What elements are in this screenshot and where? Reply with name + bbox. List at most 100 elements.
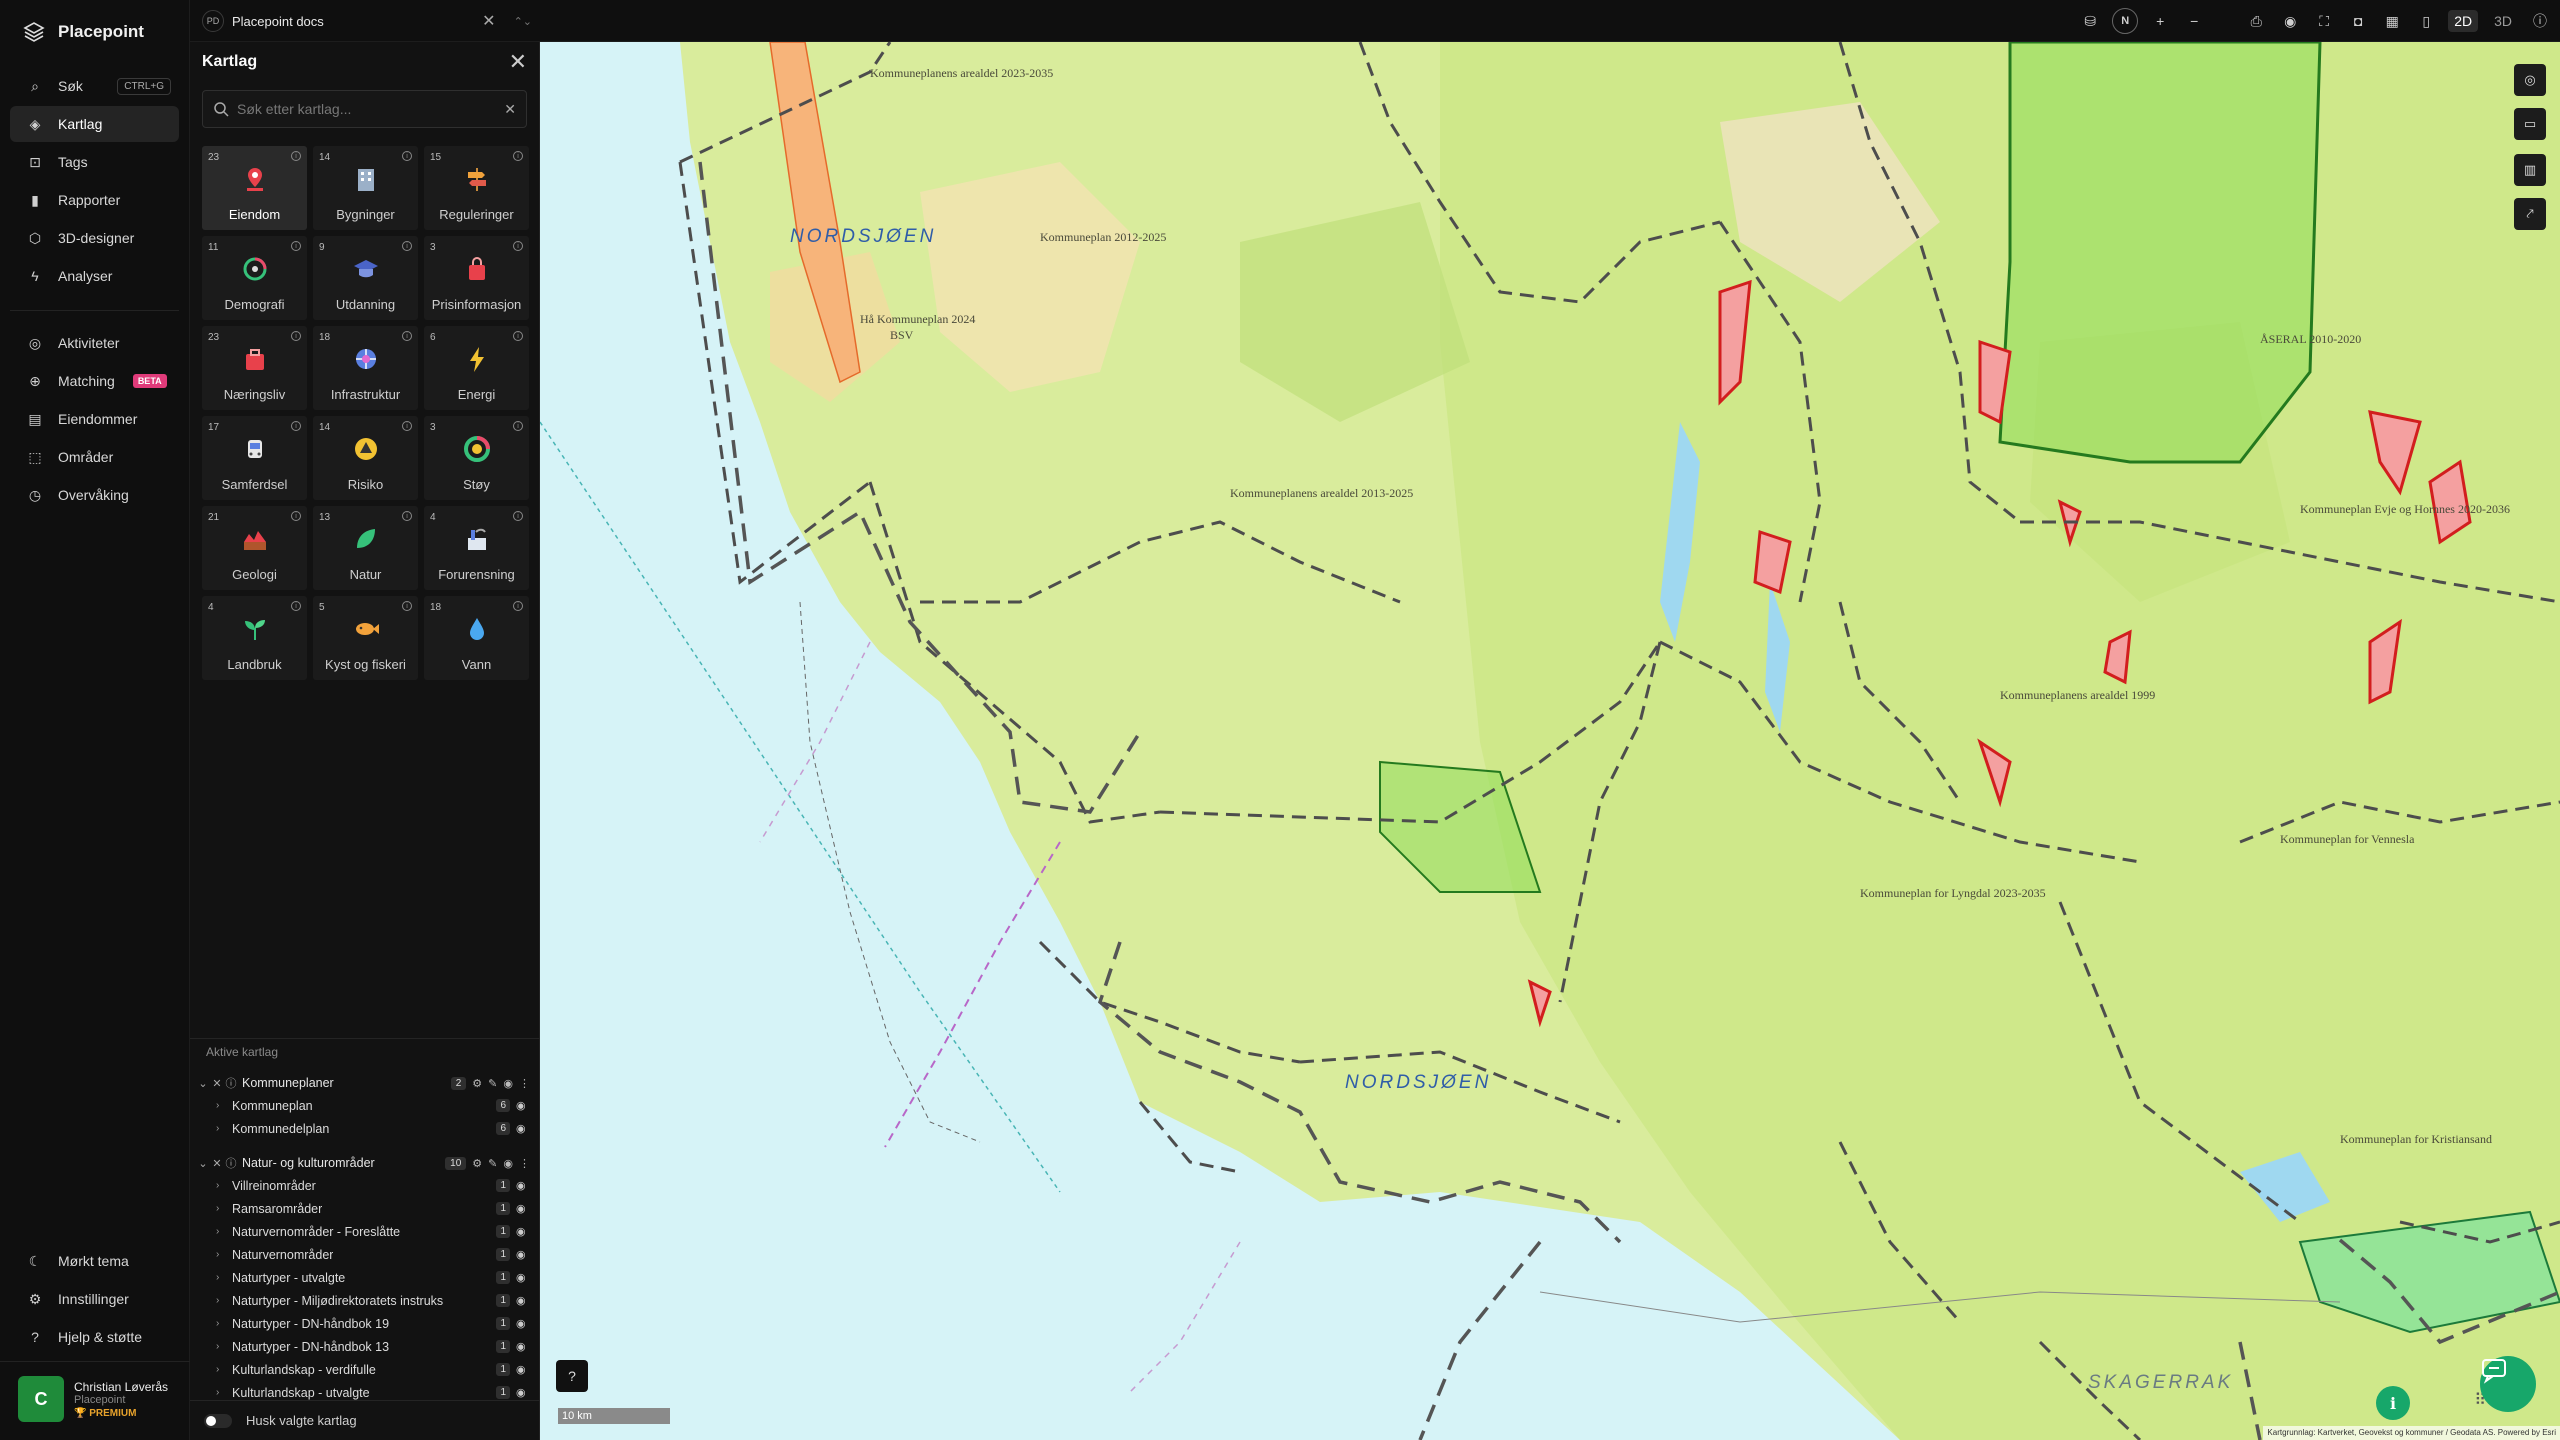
nav-item-innstillinger[interactable]: ⚙ Innstillinger bbox=[10, 1281, 180, 1317]
close-panel-icon[interactable]: ✕ bbox=[509, 49, 527, 75]
nav-item-aktiviteter[interactable]: ◎ Aktiviteter bbox=[10, 325, 179, 361]
remove-group-icon[interactable]: ✕ bbox=[210, 1077, 224, 1090]
layer-group[interactable]: ⌄ ✕ ⓘ Kommuneplaner 2 ⚙ ✎ ◉ ⋮ bbox=[190, 1072, 540, 1094]
info-icon[interactable]: i bbox=[291, 421, 301, 431]
remember-toggle[interactable] bbox=[204, 1413, 232, 1428]
expand-chevron-icon[interactable]: › bbox=[216, 1295, 228, 1306]
visibility-eye-icon[interactable]: ◉ bbox=[516, 1248, 530, 1261]
visibility-eye-icon[interactable]: ◉ bbox=[516, 1317, 530, 1330]
remove-group-icon[interactable]: ✕ bbox=[210, 1157, 224, 1170]
info-icon[interactable]: i bbox=[402, 151, 412, 161]
info-icon[interactable]: i bbox=[513, 331, 523, 341]
visibility-eye-icon[interactable]: ◉ bbox=[516, 1340, 530, 1353]
visibility-eye-icon[interactable]: ◉ bbox=[516, 1179, 530, 1192]
expand-chevron-icon[interactable]: › bbox=[216, 1180, 228, 1191]
nav-item-matching[interactable]: ⊕ Matching BETA bbox=[10, 363, 179, 399]
nav-item-tags[interactable]: ⊡ Tags bbox=[10, 144, 179, 180]
category-tile-bygninger[interactable]: 14 i Bygninger bbox=[313, 146, 418, 230]
layers-stack-icon[interactable]: ⛁ bbox=[2078, 9, 2102, 33]
info-icon[interactable]: i bbox=[513, 151, 523, 161]
info-icon[interactable]: i bbox=[2376, 1386, 2410, 1420]
category-tile-reguleringer[interactable]: 15 i Reguleringer bbox=[424, 146, 529, 230]
grid-icon[interactable]: ▦ bbox=[2380, 9, 2404, 33]
info-icon[interactable]: ⓘ bbox=[224, 1075, 238, 1091]
category-tile-vann[interactable]: 18 i Vann bbox=[424, 596, 529, 680]
info-icon[interactable]: ⓘ bbox=[224, 1155, 238, 1171]
category-tile-samferdsel[interactable]: 17 i Samferdsel bbox=[202, 416, 307, 500]
info-icon[interactable]: ⓘ bbox=[2528, 9, 2552, 33]
expand-chevron-icon[interactable]: › bbox=[216, 1226, 228, 1237]
edit-icon[interactable]: ✎ bbox=[488, 1157, 497, 1170]
layer-row[interactable]: › Naturtyper - utvalgte 1 ◉ bbox=[190, 1266, 540, 1289]
layer-row[interactable]: › Naturtyper - DN-håndbok 19 1 ◉ bbox=[190, 1312, 540, 1335]
user-card[interactable]: C Christian Løverås Placepoint 🏆 PREMIUM bbox=[0, 1361, 190, 1440]
route-icon[interactable]: ⤤ bbox=[2514, 198, 2546, 230]
info-icon[interactable]: i bbox=[513, 241, 523, 251]
category-tile-natur[interactable]: 13 i Natur bbox=[313, 506, 418, 590]
layer-row[interactable]: › Kommuneplan 6 ◉ bbox=[190, 1094, 540, 1117]
layer-row[interactable]: › Naturvernområder - Foreslåtte 1 ◉ bbox=[190, 1220, 540, 1243]
visibility-eye-icon[interactable]: ◉ bbox=[516, 1363, 530, 1376]
visibility-eye-icon[interactable]: ◉ bbox=[503, 1077, 513, 1090]
layer-row[interactable]: › Kommunedelplan 6 ◉ bbox=[190, 1117, 540, 1140]
nav-item-kartlag[interactable]: ◈ Kartlag bbox=[10, 106, 179, 142]
info-icon[interactable]: i bbox=[402, 511, 412, 521]
visibility-eye-icon[interactable]: ◉ bbox=[516, 1271, 530, 1284]
category-tile-støy[interactable]: 3 i Støy bbox=[424, 416, 529, 500]
collapse-chevron-icon[interactable]: ⌄ bbox=[196, 1157, 210, 1170]
more-menu-icon[interactable]: ⋮ bbox=[519, 1157, 530, 1170]
expand-chevron-icon[interactable]: › bbox=[216, 1387, 228, 1398]
info-icon[interactable]: i bbox=[291, 241, 301, 251]
view-3d-toggle[interactable]: 3D bbox=[2488, 10, 2518, 32]
category-tile-energi[interactable]: 6 i Energi bbox=[424, 326, 529, 410]
zoom-out-icon[interactable]: − bbox=[2182, 9, 2206, 33]
info-icon[interactable]: i bbox=[402, 421, 412, 431]
bookmark-icon[interactable]: ▯ bbox=[2414, 9, 2438, 33]
expand-chevron-icon[interactable]: › bbox=[216, 1364, 228, 1375]
layer-search-input[interactable] bbox=[237, 101, 497, 117]
nav-item-eiendommer[interactable]: ▤ Eiendommer bbox=[10, 401, 179, 437]
nav-item-analyser[interactable]: ϟ Analyser bbox=[10, 258, 179, 294]
layer-row[interactable]: › Ramsarområder 1 ◉ bbox=[190, 1197, 540, 1220]
category-tile-eiendom[interactable]: 23 i Eiendom bbox=[202, 146, 307, 230]
expand-chevron-icon[interactable]: › bbox=[216, 1203, 228, 1214]
close-icon[interactable]: ✕ bbox=[482, 11, 495, 31]
more-menu-icon[interactable]: ⋮ bbox=[519, 1077, 530, 1090]
category-tile-kyst-og-fiskeri[interactable]: 5 i Kyst og fiskeri bbox=[313, 596, 418, 680]
document-tab[interactable]: PD Placepoint docs ✕ ⌃⌄ bbox=[202, 6, 532, 36]
category-tile-prisinformasjon[interactable]: 3 i Prisinformasjon bbox=[424, 236, 529, 320]
view-2d-toggle[interactable]: 2D bbox=[2448, 10, 2479, 32]
expand-chevron-icon[interactable]: › bbox=[216, 1249, 228, 1260]
zoom-in-icon[interactable]: + bbox=[2148, 9, 2172, 33]
nav-item-områder[interactable]: ⬚ Områder bbox=[10, 439, 179, 475]
category-tile-risiko[interactable]: 14 i Risiko bbox=[313, 416, 418, 500]
info-icon[interactable]: i bbox=[513, 601, 523, 611]
map-canvas[interactable]: NORDSJØEN NORDSJØEN SKAGERRAK Kommunepla… bbox=[540, 42, 2560, 1440]
visibility-eye-icon[interactable]: ◉ bbox=[516, 1294, 530, 1307]
layer-row[interactable]: › Naturvernområder 1 ◉ bbox=[190, 1243, 540, 1266]
brand[interactable]: Placepoint bbox=[0, 0, 189, 64]
visibility-eye-icon[interactable]: ◉ bbox=[516, 1099, 530, 1112]
measure-icon[interactable]: ▭ bbox=[2514, 108, 2546, 140]
visibility-eye-icon[interactable]: ◉ bbox=[516, 1122, 530, 1135]
info-icon[interactable]: i bbox=[402, 241, 412, 251]
nav-item-overvåking[interactable]: ◷ Overvåking bbox=[10, 477, 179, 513]
visibility-eye-icon[interactable]: ◉ bbox=[516, 1202, 530, 1215]
category-tile-geologi[interactable]: 21 i Geologi bbox=[202, 506, 307, 590]
category-tile-demografi[interactable]: 11 i Demografi bbox=[202, 236, 307, 320]
settings-icon[interactable]: ⚙ bbox=[472, 1157, 482, 1170]
avatar[interactable]: C bbox=[18, 1376, 64, 1422]
category-tile-forurensning[interactable]: 4 i Forurensning bbox=[424, 506, 529, 590]
clear-search-icon[interactable]: ✕ bbox=[504, 101, 516, 118]
visibility-eye-icon[interactable]: ◉ bbox=[516, 1225, 530, 1238]
category-tile-næringsliv[interactable]: 23 i Næringsliv bbox=[202, 326, 307, 410]
edit-icon[interactable]: ✎ bbox=[488, 1077, 497, 1090]
info-icon[interactable]: i bbox=[291, 331, 301, 341]
category-tile-infrastruktur[interactable]: 18 i Infrastruktur bbox=[313, 326, 418, 410]
print-icon[interactable]: ⎙ bbox=[2244, 9, 2268, 33]
help-icon[interactable]: ? bbox=[556, 1360, 588, 1392]
collapse-chevron-icon[interactable]: ⌄ bbox=[196, 1077, 210, 1090]
visibility-eye-icon[interactable]: ◉ bbox=[503, 1157, 513, 1170]
layer-row[interactable]: › Naturtyper - Miljødirektoratets instruk… bbox=[190, 1289, 540, 1312]
nav-item-3d-designer[interactable]: ⬡ 3D-designer bbox=[10, 220, 179, 256]
